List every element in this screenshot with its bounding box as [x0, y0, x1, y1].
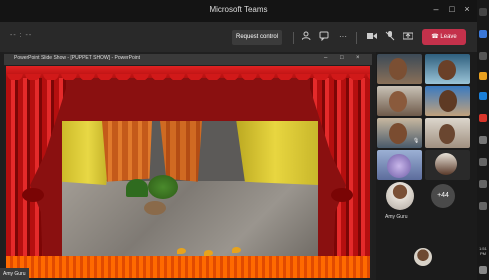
participant-tile[interactable] [377, 54, 422, 84]
close-button[interactable]: × [461, 4, 473, 14]
participant-avatar[interactable] [414, 248, 432, 266]
mail-icon[interactable] [479, 92, 487, 100]
participant-tile[interactable] [425, 86, 470, 116]
participant-gallery: 🎙 +44 Amy Guru [376, 52, 477, 280]
clay-pot [144, 201, 166, 215]
leaf-prop [232, 247, 241, 253]
active-speaker-avatar[interactable] [386, 182, 414, 210]
participant-tile[interactable]: 🎙 [377, 118, 422, 148]
volume-icon[interactable] [479, 180, 487, 188]
taskbar-clock: 1:51 PM [479, 246, 487, 256]
stage-front [6, 256, 370, 278]
participant-picture [387, 154, 411, 178]
notification-icon[interactable] [479, 266, 487, 274]
share-tray-icon[interactable] [402, 31, 414, 43]
self-view-label: Amy Guru [0, 268, 29, 280]
teams-window: Microsoft Teams – □ × -- : -- Request co… [0, 0, 489, 280]
participant-tile[interactable] [425, 150, 470, 180]
participant-tile[interactable] [377, 86, 422, 116]
puppet-show-photo [62, 121, 318, 261]
powerpoint-titlebar: PowerPoint Slide Show - [PUPPET SHOW] - … [4, 54, 372, 65]
chrome-icon[interactable] [479, 114, 487, 122]
participant-face [438, 60, 456, 80]
pp-close-button[interactable]: × [356, 55, 360, 61]
toolbar-divider [356, 32, 357, 44]
leaf-prop [177, 248, 186, 254]
puppet-stage-slide [6, 66, 370, 278]
participant-avatar [435, 153, 457, 175]
meeting-timer: -- : -- [10, 32, 33, 39]
meeting-toolbar: -- : -- Request control ··· ☎ Leave [0, 22, 477, 52]
shared-screen: PowerPoint Slide Show - [PUPPET SHOW] - … [4, 52, 372, 278]
participants-icon[interactable] [301, 31, 313, 43]
app-rail: 1:51 PM [477, 0, 489, 280]
chat-icon[interactable] [318, 31, 330, 43]
pp-maximize-button[interactable]: □ [340, 55, 344, 61]
right-curtain [310, 72, 370, 278]
participant-tile[interactable] [377, 150, 422, 180]
participant-face [439, 90, 457, 112]
teams-icon[interactable] [479, 30, 487, 38]
photo-floor [62, 181, 318, 261]
more-participants-badge[interactable]: +44 [431, 184, 455, 208]
left-curtain [6, 72, 66, 278]
plant-leaves [148, 175, 178, 199]
maximize-button[interactable]: □ [446, 4, 458, 14]
curtain-tie [331, 188, 353, 202]
request-control-button[interactable]: Request control [232, 30, 282, 45]
participant-face [389, 58, 407, 80]
orange-drape [102, 121, 152, 182]
leave-button[interactable]: ☎ Leave [422, 29, 466, 45]
participant-face [389, 123, 407, 144]
microphone-icon[interactable] [384, 31, 396, 43]
participant-tile[interactable] [425, 118, 470, 148]
wifi-icon[interactable] [479, 158, 487, 166]
window-title: Microsoft Teams [209, 5, 268, 14]
participant-face [439, 124, 455, 144]
more-options-button[interactable]: ··· [337, 31, 349, 43]
title-bar: Microsoft Teams – □ × [0, 0, 477, 22]
powerpoint-title: PowerPoint Slide Show - [PUPPET SHOW] - … [14, 55, 141, 61]
search-icon[interactable] [479, 8, 487, 16]
pp-minimize-button[interactable]: – [324, 55, 327, 61]
folder-icon[interactable] [479, 72, 487, 80]
active-speaker-name: Amy Guru [385, 214, 408, 220]
grid-icon[interactable] [479, 52, 487, 60]
valance-scallops [6, 74, 370, 80]
leave-label: Leave [440, 34, 457, 40]
battery-icon[interactable] [479, 202, 487, 210]
potted-plant [126, 179, 148, 197]
muted-mic-icon: 🎙 [413, 138, 420, 144]
yellow-drape [236, 121, 318, 185]
minimize-button[interactable]: – [430, 4, 442, 14]
camera-icon[interactable] [366, 31, 378, 43]
participant-tile[interactable] [425, 54, 470, 84]
participant-face [389, 91, 407, 112]
curtain-tie [22, 188, 44, 202]
settings-icon[interactable] [479, 136, 487, 144]
toolbar-divider [293, 32, 294, 44]
